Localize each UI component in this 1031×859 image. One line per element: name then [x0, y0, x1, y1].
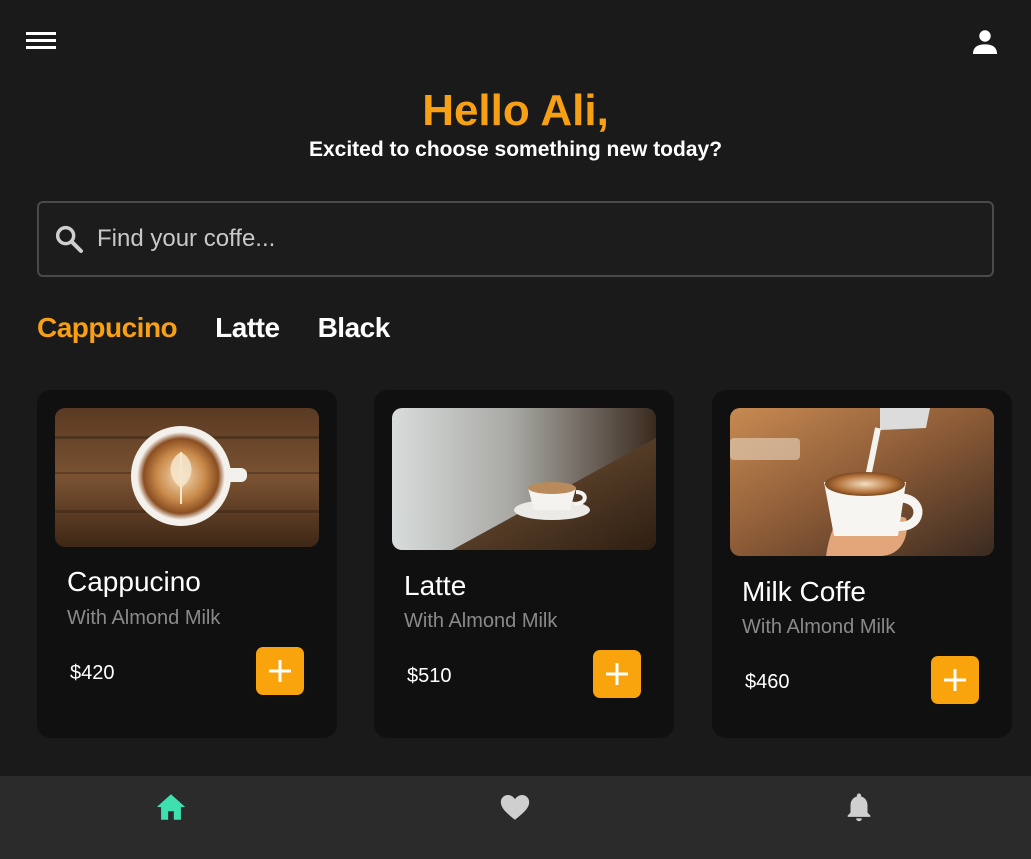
- product-price: $460: [745, 671, 790, 693]
- cappucino-image: [55, 408, 319, 547]
- product-name: Cappucino: [67, 566, 201, 597]
- person-icon[interactable]: [969, 26, 1001, 58]
- product-subtitle: With Almond Milk: [742, 616, 896, 638]
- greeting-title: Hello Ali,: [422, 86, 609, 135]
- tab-cappucino[interactable]: Cappucino: [37, 312, 178, 344]
- menu-icon[interactable]: [26, 28, 58, 56]
- greeting-subtitle: Excited to choose something new today?: [308, 138, 723, 161]
- bottom-navigation: [0, 776, 1031, 859]
- product-subtitle: With Almond Milk: [404, 610, 558, 632]
- tab-latte[interactable]: Latte: [215, 312, 280, 344]
- product-card-milk-coffe[interactable]: Milk Coffe With Almond Milk $460: [712, 390, 1012, 738]
- category-tabs: Cappucino Latte Black: [37, 312, 390, 344]
- product-subtitle: With Almond Milk: [67, 607, 221, 629]
- search-box[interactable]: [37, 201, 994, 277]
- add-to-cart-button[interactable]: [931, 656, 979, 704]
- product-price: $420: [70, 662, 115, 684]
- search-icon: [55, 225, 83, 253]
- milk-coffe-image: [730, 408, 994, 556]
- home-icon[interactable]: [154, 790, 188, 824]
- product-price: $510: [407, 665, 452, 687]
- greeting: Hello Ali, Excited to choose something n…: [0, 86, 1031, 162]
- tab-black[interactable]: Black: [318, 312, 391, 344]
- product-name: Latte: [404, 570, 467, 601]
- bell-icon[interactable]: [842, 790, 876, 824]
- add-to-cart-button[interactable]: [593, 650, 641, 698]
- search-input[interactable]: [97, 215, 977, 263]
- top-bar: [0, 0, 1031, 84]
- latte-image: [392, 408, 656, 550]
- product-card-cappucino[interactable]: Cappucino With Almond Milk $420: [37, 390, 337, 738]
- product-card-latte[interactable]: Latte With Almond Milk $510: [374, 390, 674, 738]
- add-to-cart-button[interactable]: [256, 647, 304, 695]
- product-name: Milk Coffe: [742, 576, 866, 607]
- heart-icon[interactable]: [498, 790, 532, 824]
